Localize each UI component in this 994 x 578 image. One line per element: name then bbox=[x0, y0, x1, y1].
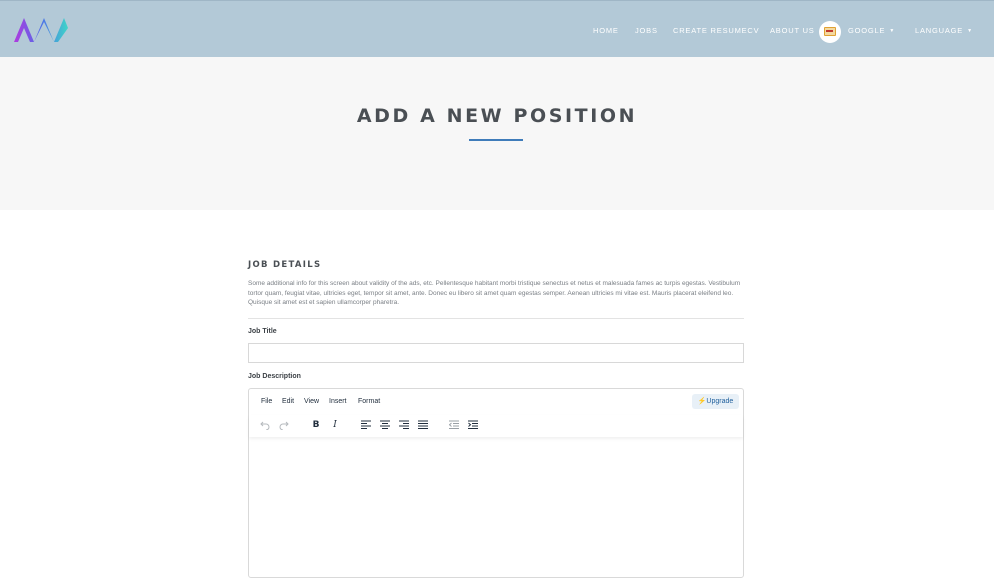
upgrade-button[interactable]: ⚡Upgrade bbox=[692, 394, 739, 409]
indent-icon[interactable] bbox=[465, 418, 481, 432]
italic-icon[interactable]: I bbox=[327, 418, 343, 432]
avatar-icon[interactable] bbox=[819, 21, 841, 43]
align-left-icon[interactable] bbox=[358, 418, 374, 432]
language-menu-label: LANGUAGE bbox=[915, 26, 964, 35]
redo-icon[interactable] bbox=[276, 418, 292, 432]
nav-about-us[interactable]: ABOUT US bbox=[770, 26, 815, 35]
align-justify-icon[interactable] bbox=[415, 418, 431, 432]
app-logo-icon[interactable] bbox=[14, 18, 68, 42]
bold-icon[interactable]: B bbox=[308, 418, 324, 432]
menu-format[interactable]: Format bbox=[358, 398, 380, 405]
page-title: ADD A NEW POSITION bbox=[356, 105, 638, 127]
caret-down-icon: ▼ bbox=[967, 28, 973, 35]
language-menu[interactable]: LANGUAGE ▼ bbox=[915, 26, 973, 35]
rich-text-editor: File Edit View Insert Format ⚡Upgrade B … bbox=[248, 388, 744, 578]
align-center-icon[interactable] bbox=[377, 418, 393, 432]
job-description-label: Job Description bbox=[248, 373, 301, 380]
nav-home[interactable]: HOME bbox=[593, 26, 619, 35]
menu-view[interactable]: View bbox=[304, 398, 319, 405]
section-title: JOB DETAILS bbox=[248, 260, 322, 270]
user-menu-label: GOOGLE bbox=[848, 26, 886, 35]
top-navbar: HOME JOBS CREATE RESUMECV ABOUT US GOOGL… bbox=[0, 0, 994, 57]
section-divider bbox=[248, 318, 744, 319]
nav-jobs[interactable]: JOBS bbox=[635, 26, 658, 35]
user-menu[interactable]: GOOGLE ▼ bbox=[848, 26, 895, 35]
editor-toolbar: B I bbox=[249, 415, 743, 437]
menu-file[interactable]: File bbox=[261, 398, 272, 405]
section-description: Some additional info for this screen abo… bbox=[248, 280, 741, 306]
job-title-input[interactable] bbox=[248, 343, 744, 363]
align-right-icon[interactable] bbox=[396, 418, 412, 432]
hero-banner: ADD A NEW POSITION bbox=[0, 57, 994, 210]
outdent-icon[interactable] bbox=[446, 418, 462, 432]
menu-insert[interactable]: Insert bbox=[329, 398, 347, 405]
undo-icon[interactable] bbox=[257, 418, 273, 432]
caret-down-icon: ▼ bbox=[889, 28, 896, 35]
job-title-label: Job Title bbox=[248, 328, 277, 335]
menu-edit[interactable]: Edit bbox=[282, 398, 294, 405]
editor-menubar: File Edit View Insert Format ⚡Upgrade bbox=[249, 389, 743, 415]
editor-content-area[interactable] bbox=[249, 437, 743, 577]
nav-create-resume[interactable]: CREATE RESUMECV bbox=[673, 26, 759, 35]
title-underline bbox=[469, 139, 523, 141]
